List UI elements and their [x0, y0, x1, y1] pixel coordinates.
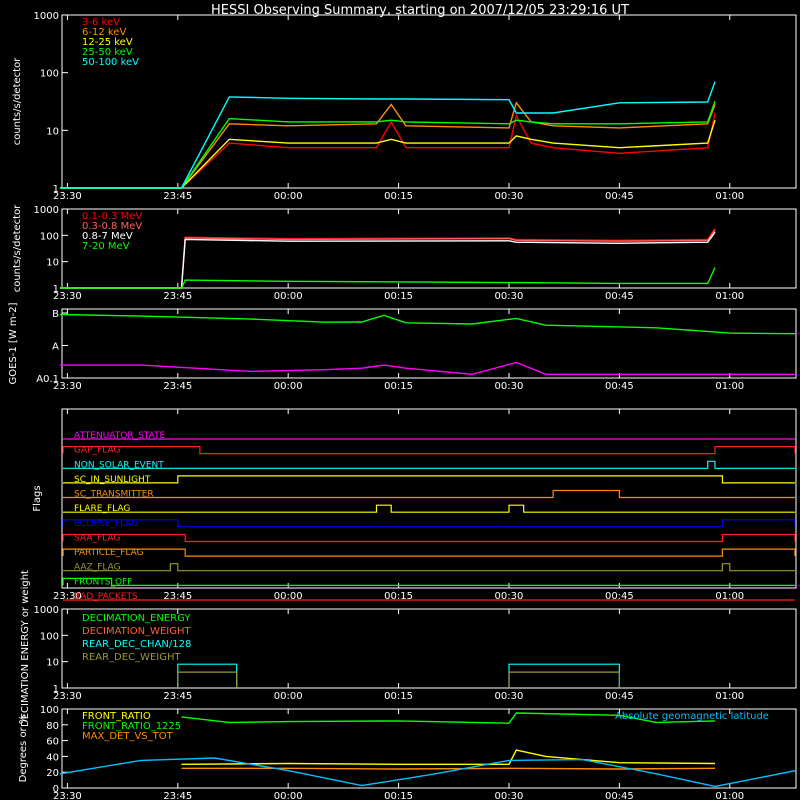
- flag-label: FLARE_FLAG: [74, 504, 130, 514]
- legend-entry: 7-20 MeV: [82, 241, 130, 252]
- x-tick-label: 00:45: [605, 191, 634, 202]
- x-tick-label: 23:45: [163, 691, 192, 702]
- y-tick-label: 80: [46, 721, 59, 732]
- plot-title: HESSI Observing Summary, starting on 200…: [211, 3, 629, 18]
- x-tick-label: 00:30: [495, 191, 524, 202]
- y-tick-label: 100: [40, 631, 59, 642]
- x-tick-label: 01:00: [715, 381, 744, 392]
- flag-label: ATTENUATOR_STATE: [74, 431, 166, 441]
- x-tick-label: 00:15: [384, 381, 413, 392]
- x-tick-label: 01:00: [715, 791, 744, 800]
- x-tick-label: 00:15: [384, 191, 413, 202]
- y-tick-label: 10: [46, 258, 59, 269]
- legend-entry: DECIMATION_WEIGHT: [82, 626, 191, 637]
- legend-entry: REAR_DEC_WEIGHT: [82, 652, 181, 663]
- y-tick-label: A0.1: [36, 374, 59, 385]
- y-tick-label: 10: [46, 126, 59, 137]
- y-axis-label: counts/s/detector: [12, 204, 23, 292]
- x-tick-label: 01:00: [715, 291, 744, 302]
- y-axis-label: Degrees or %: [18, 715, 29, 783]
- flag-label: FRONTS_OFF: [74, 577, 132, 587]
- legend-entry: MAX_DET_VS_TOT: [82, 731, 174, 742]
- x-tick-label: 00:30: [495, 381, 524, 392]
- x-tick-label: 00:00: [274, 291, 303, 302]
- y-tick-label: A: [52, 342, 59, 353]
- y-tick-label: 100: [40, 705, 59, 716]
- y-axis-label: Flags: [32, 485, 43, 511]
- y-tick-label: 1000: [34, 205, 59, 216]
- flag-label: GAP_FLAG: [74, 446, 120, 456]
- flag-label: BAD_PACKETS: [74, 592, 138, 602]
- y-tick-label: 20: [46, 768, 59, 779]
- y-axis-label: counts/s/detector: [12, 57, 23, 145]
- legend-entry: REAR_DEC_CHAN/128: [82, 639, 191, 650]
- series-line-max-det-vs-tot: [181, 767, 716, 770]
- x-tick-label: 00:00: [274, 791, 303, 800]
- y-tick-label: 40: [46, 752, 59, 763]
- y-tick-label: 1: [53, 684, 59, 695]
- x-tick-label: 00:00: [274, 191, 303, 202]
- y-tick-label: 1000: [34, 11, 59, 22]
- legend-entry: 50-100 keV: [82, 57, 139, 68]
- flag-label: PARTICLE_FLAG: [74, 548, 144, 558]
- flag-label: SAA_FLAG: [74, 533, 120, 543]
- x-tick-label: 00:45: [605, 691, 634, 702]
- x-tick-label: 00:00: [274, 691, 303, 702]
- x-tick-label: 00:15: [384, 291, 413, 302]
- y-tick-label: 100: [40, 69, 59, 80]
- latitude-annotation: Absolute geomagnetic latitude: [615, 711, 769, 722]
- flag-label: AAZ_FLAG: [74, 563, 121, 573]
- x-tick-label: 01:00: [715, 191, 744, 202]
- summary-plot: HESSI Observing Summary, starting on 200…: [0, 0, 800, 800]
- y-tick-label: 60: [46, 737, 59, 748]
- x-tick-label: 00:45: [605, 791, 634, 800]
- x-tick-label: 23:45: [163, 191, 192, 202]
- flag-label: SC_TRANSMITTER: [74, 490, 154, 500]
- y-tick-label: 10: [46, 658, 59, 669]
- x-tick-label: 00:30: [495, 791, 524, 800]
- x-tick-label: 23:45: [163, 791, 192, 800]
- y-tick-label: 1: [53, 184, 59, 195]
- flag-label: SC_IN_SUNLIGHT: [74, 475, 151, 485]
- x-tick-label: 00:15: [384, 691, 413, 702]
- x-tick-label: 00:15: [384, 791, 413, 800]
- x-tick-label: 00:45: [605, 381, 634, 392]
- y-axis-label: GOES-1 [W m-2]: [8, 302, 19, 384]
- flag-label: ECLIPSE_FLAG: [74, 519, 138, 529]
- x-tick-label: 00:45: [605, 291, 634, 302]
- x-tick-label: 00:30: [495, 691, 524, 702]
- x-tick-label: 00:00: [274, 381, 303, 392]
- flag-label: NON_SOLAR_EVENT: [74, 460, 164, 470]
- x-tick-label: 00:30: [495, 291, 524, 302]
- y-tick-label: 0: [53, 784, 59, 795]
- y-tick-label: 1000: [34, 605, 59, 616]
- y-tick-label: 100: [40, 231, 59, 242]
- x-tick-label: 23:45: [163, 291, 192, 302]
- y-axis-label: DECIMATION ENERGY or weight: [20, 570, 31, 727]
- y-tick-label: 1: [53, 284, 59, 295]
- x-tick-label: 23:45: [163, 381, 192, 392]
- legend-entry: DECIMATION_ENERGY: [82, 613, 191, 624]
- x-tick-label: 01:00: [715, 691, 744, 702]
- y-tick-label: B: [52, 309, 59, 320]
